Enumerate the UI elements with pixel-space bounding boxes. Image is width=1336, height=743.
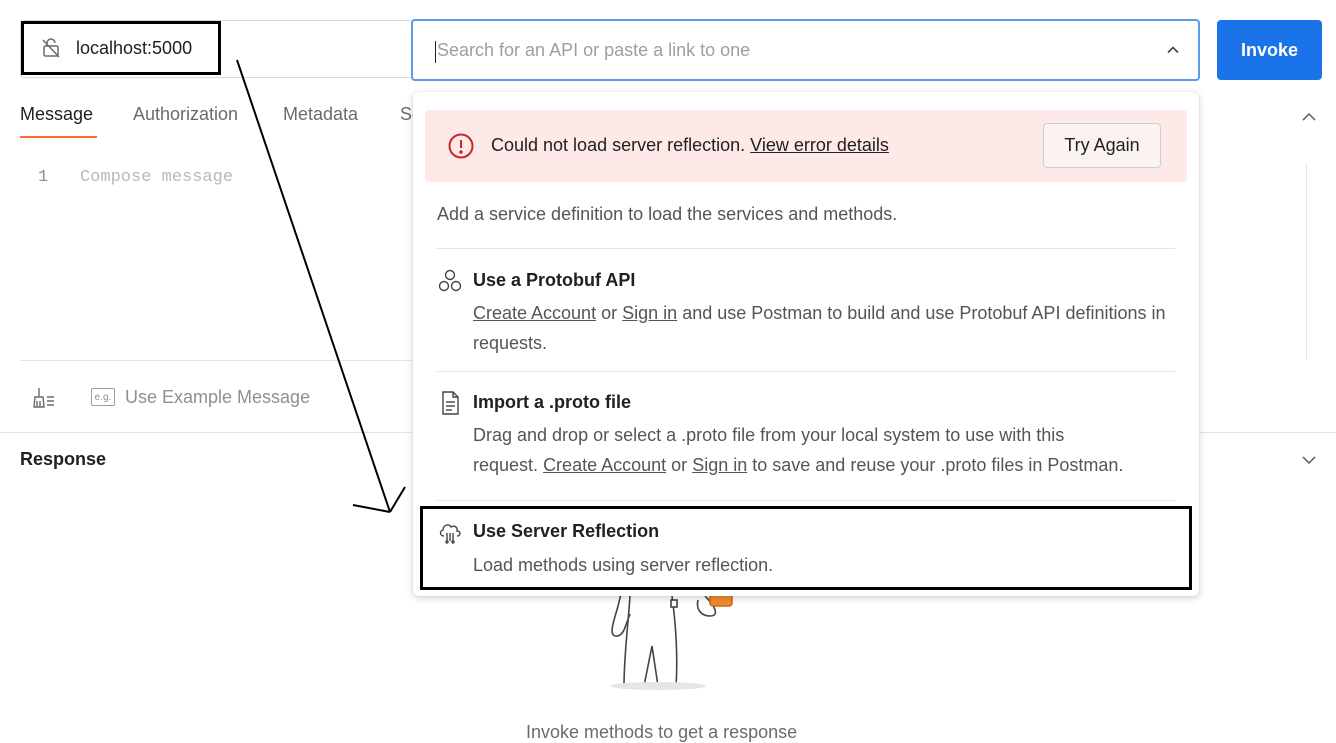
protobuf-icon — [437, 268, 463, 294]
tab-message[interactable]: Message — [20, 104, 93, 125]
option-desc-text: request. — [473, 455, 539, 475]
response-empty-message: Invoke methods to get a response — [526, 722, 798, 742]
broom-icon[interactable] — [30, 384, 58, 412]
or-text: or — [671, 455, 688, 475]
response-title: Response — [20, 449, 107, 469]
or-text: or — [601, 303, 618, 323]
try-again-button[interactable]: Try Again — [1043, 123, 1161, 168]
error-alert: Could not load server reflection. View e… — [425, 110, 1187, 182]
file-icon — [437, 390, 463, 416]
sign-in-link[interactable]: Sign in — [622, 303, 677, 323]
editor-divider — [1306, 164, 1307, 360]
error-message: Could not load server reflection. View e… — [491, 135, 889, 156]
option-import-proto-desc: Drag and drop or select a .proto file fr… — [473, 420, 1173, 480]
chevron-down-icon[interactable] — [1298, 449, 1320, 471]
chevron-up-icon[interactable] — [1162, 39, 1184, 61]
lock-off-icon — [40, 37, 62, 59]
divider — [0, 432, 412, 433]
divider — [20, 360, 412, 361]
option-desc-text: to save and reuse your .proto files in P… — [752, 455, 1124, 475]
create-account-link[interactable]: Create Account — [473, 303, 596, 323]
url-text: localhost:5000 — [76, 37, 193, 58]
text-caret — [435, 41, 436, 63]
api-search-box[interactable] — [411, 19, 1200, 81]
divider — [1200, 432, 1336, 433]
api-search-input[interactable] — [435, 38, 1139, 62]
sign-in-link[interactable]: Sign in — [692, 455, 747, 475]
invoke-button[interactable]: Invoke — [1217, 20, 1322, 80]
use-example-message-button[interactable]: Use Example Message — [125, 387, 310, 408]
message-editor[interactable]: Compose message — [80, 168, 233, 187]
url-chip[interactable]: localhost:5000 — [21, 21, 221, 75]
example-badge: e.g. — [91, 388, 115, 406]
divider — [437, 500, 1175, 501]
tab-authorization[interactable]: Authorization — [133, 104, 238, 125]
option-protobuf-api-title[interactable]: Use a Protobuf API — [473, 270, 635, 291]
error-icon — [447, 132, 475, 160]
divider — [437, 248, 1175, 249]
divider — [437, 371, 1175, 372]
error-message-text: Could not load server reflection. — [491, 135, 746, 155]
option-import-proto-title[interactable]: Import a .proto file — [473, 392, 631, 413]
option-desc-text: Drag and drop or select a .proto file fr… — [473, 425, 1065, 445]
tab-metadata[interactable]: Metadata — [283, 104, 358, 125]
dropdown-hint: Add a service definition to load the ser… — [437, 204, 898, 224]
editor-line-number: 1 — [38, 168, 49, 187]
astronaut-illustration — [600, 585, 740, 696]
chevron-up-icon[interactable] — [1298, 106, 1320, 128]
active-tab-indicator — [20, 136, 97, 138]
option-protobuf-api-desc: Create Account or Sign in and use Postma… — [473, 298, 1173, 358]
view-error-details-link[interactable]: View error details — [750, 135, 889, 155]
create-account-link[interactable]: Create Account — [543, 455, 666, 475]
annotation-highlight-box — [420, 506, 1192, 590]
